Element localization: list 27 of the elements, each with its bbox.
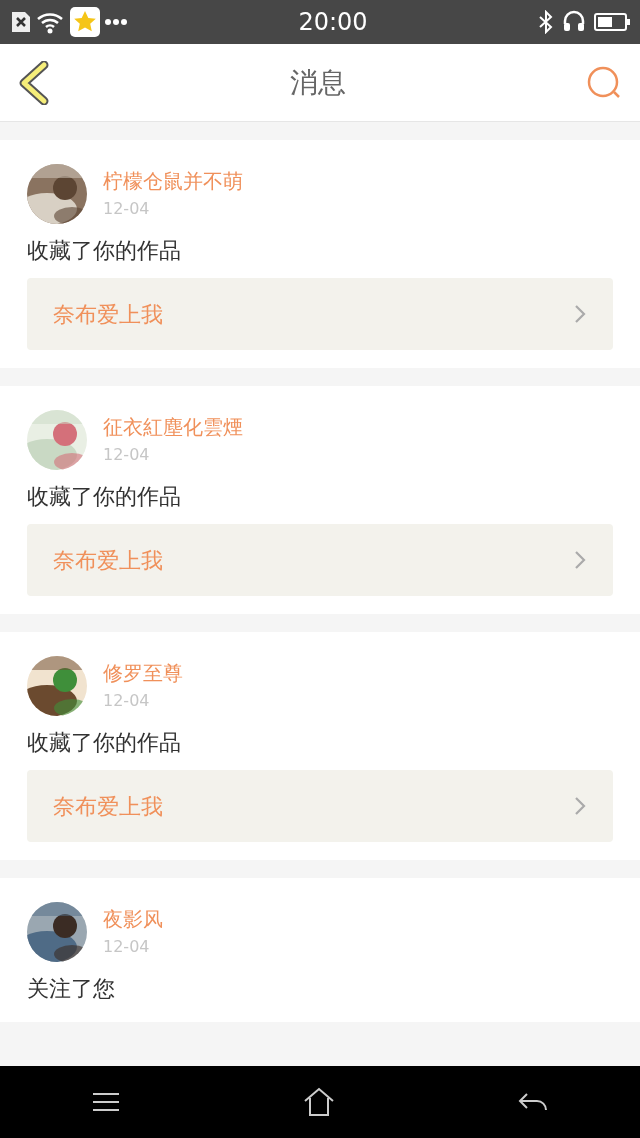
user-name[interactable]: 修罗至尊 <box>103 660 183 686</box>
star-app-icon <box>70 7 100 37</box>
back-button[interactable] <box>18 60 50 105</box>
clock-time: 20:00 <box>298 7 368 38</box>
home-icon[interactable] <box>303 1087 335 1117</box>
page-title: 消息 <box>290 64 346 101</box>
message-date: 12-04 <box>103 198 151 220</box>
message-date: 12-04 <box>103 936 151 958</box>
more-icon <box>104 18 128 26</box>
bluetooth-icon <box>538 10 554 34</box>
user-name[interactable]: 夜影风 <box>103 906 163 932</box>
user-name[interactable]: 柠檬仓鼠并不萌 <box>103 168 243 194</box>
work-link[interactable]: 奈布爱上我 <box>27 278 613 350</box>
message-date: 12-04 <box>103 444 151 466</box>
back-icon <box>18 60 50 105</box>
message-text: 关注了您 <box>27 975 116 1003</box>
user-name[interactable]: 征衣紅塵化雲煙 <box>103 414 243 440</box>
message-date: 12-04 <box>103 690 151 712</box>
sim-card-icon <box>10 10 32 34</box>
message-text: 收藏了你的作品 <box>27 483 182 511</box>
headset-icon <box>562 10 586 34</box>
work-link[interactable]: 奈布爱上我 <box>27 524 613 596</box>
message-text: 收藏了你的作品 <box>27 729 182 757</box>
message-text: 收藏了你的作品 <box>27 237 182 265</box>
menu-icon[interactable] <box>91 1090 121 1114</box>
battery-icon <box>594 12 630 32</box>
work-link[interactable]: 奈布爱上我 <box>27 770 613 842</box>
